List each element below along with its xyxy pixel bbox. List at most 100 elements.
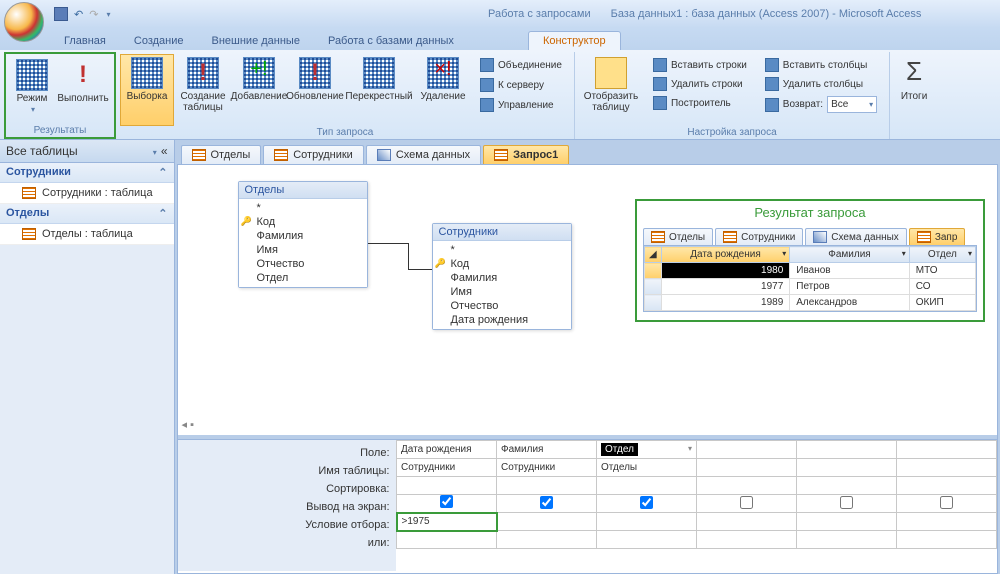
delete-button[interactable]: ×! Удаление bbox=[416, 54, 470, 126]
cell[interactable]: Иванов bbox=[790, 263, 909, 279]
qbe-table-cell[interactable]: Сотрудники bbox=[397, 459, 497, 477]
ribbon-tab-home[interactable]: Главная bbox=[50, 32, 120, 50]
show-checkbox[interactable] bbox=[740, 496, 753, 509]
cell[interactable]: 1977 bbox=[661, 279, 790, 295]
cell[interactable]: Петров bbox=[790, 279, 909, 295]
data-row[interactable]: 1977ПетровСО bbox=[645, 279, 976, 295]
update-button[interactable]: Обновление bbox=[288, 54, 342, 126]
diagram-pane[interactable]: Отделы * Код Фамилия Имя Отчество Отдел … bbox=[178, 165, 998, 439]
qbe-or-cell[interactable] bbox=[697, 531, 797, 549]
qbe-grid[interactable]: Дата рождения Фамилия Отдел Сотрудники С… bbox=[396, 440, 998, 571]
qbe-field-cell[interactable] bbox=[797, 441, 897, 459]
field[interactable]: Отчество bbox=[433, 299, 571, 313]
doctab-relationships[interactable]: Схема данных bbox=[366, 145, 481, 164]
row-selector[interactable] bbox=[645, 279, 662, 295]
navitem-employees-table[interactable]: Сотрудники : таблица bbox=[0, 183, 174, 204]
row-selector[interactable] bbox=[645, 295, 662, 311]
showtable-button[interactable]: Отобразить таблицу bbox=[579, 54, 643, 126]
qbe-sort-cell[interactable] bbox=[497, 477, 597, 495]
cell[interactable]: Александров bbox=[790, 295, 909, 311]
cell[interactable]: СО bbox=[909, 279, 975, 295]
column-header[interactable]: Отдел bbox=[909, 247, 975, 263]
undo-icon[interactable]: ↶ bbox=[74, 8, 83, 21]
qbe-sort-cell[interactable] bbox=[797, 477, 897, 495]
return-button[interactable]: Возврат:Все bbox=[761, 94, 881, 115]
field-star[interactable]: * bbox=[433, 243, 571, 257]
return-combo[interactable]: Все bbox=[827, 96, 877, 113]
ribbon-tab-external[interactable]: Внешние данные bbox=[198, 32, 314, 50]
qbe-table-cell[interactable] bbox=[797, 459, 897, 477]
result-tab-departments[interactable]: Отделы bbox=[643, 228, 713, 245]
select-query-button[interactable]: Выборка bbox=[120, 54, 174, 126]
show-checkbox[interactable] bbox=[440, 495, 453, 508]
qbe-table-cell[interactable] bbox=[697, 459, 797, 477]
cell[interactable]: 1980 bbox=[661, 263, 790, 279]
qbe-sort-cell[interactable] bbox=[697, 477, 797, 495]
navgroup-departments[interactable]: Отделы⌃ bbox=[0, 204, 174, 224]
qbe-criteria-cell[interactable] bbox=[497, 513, 597, 531]
qbe-criteria-cell[interactable] bbox=[697, 513, 797, 531]
doctab-employees[interactable]: Сотрудники bbox=[263, 145, 364, 164]
column-header[interactable]: Дата рождения bbox=[661, 247, 790, 263]
scroll-left-icon[interactable]: ◂ ▪ bbox=[182, 418, 194, 431]
column-header[interactable]: Фамилия bbox=[790, 247, 909, 263]
qbe-field-cell[interactable] bbox=[897, 441, 997, 459]
datadef-button[interactable]: Управление bbox=[476, 96, 566, 114]
field-key[interactable]: Код bbox=[239, 215, 367, 229]
qbe-show-cell[interactable] bbox=[797, 495, 897, 513]
tablebox-departments[interactable]: Отделы * Код Фамилия Имя Отчество Отдел bbox=[238, 181, 368, 288]
qbe-criteria-cell[interactable] bbox=[597, 513, 697, 531]
tablebox-employees[interactable]: Сотрудники * Код Фамилия Имя Отчество Да… bbox=[432, 223, 572, 330]
office-button[interactable] bbox=[4, 2, 44, 42]
data-row[interactable]: 1980ИвановМТО bbox=[645, 263, 976, 279]
result-tab-relationships[interactable]: Схема данных bbox=[805, 228, 907, 245]
insert-rows-button[interactable]: Вставить строки bbox=[649, 56, 751, 74]
view-button[interactable]: Режим bbox=[10, 56, 54, 124]
cell[interactable]: 1989 bbox=[661, 295, 790, 311]
union-button[interactable]: Объединение bbox=[476, 56, 566, 74]
qbe-sort-cell[interactable] bbox=[897, 477, 997, 495]
delete-rows-button[interactable]: Удалить строки bbox=[649, 75, 751, 93]
show-checkbox[interactable] bbox=[640, 496, 653, 509]
doctab-departments[interactable]: Отделы bbox=[181, 145, 262, 164]
qat-menu-icon[interactable] bbox=[104, 8, 110, 20]
qbe-show-cell[interactable] bbox=[897, 495, 997, 513]
show-checkbox[interactable] bbox=[840, 496, 853, 509]
data-row[interactable]: 1989АлександровОКИП bbox=[645, 295, 976, 311]
qbe-table-cell[interactable]: Отделы bbox=[597, 459, 697, 477]
navitem-departments-table[interactable]: Отделы : таблица bbox=[0, 224, 174, 245]
qbe-table-cell[interactable] bbox=[897, 459, 997, 477]
field[interactable]: Дата рождения bbox=[433, 313, 571, 327]
ribbon-tab-design[interactable]: Конструктор bbox=[528, 31, 621, 50]
field[interactable]: Фамилия bbox=[433, 271, 571, 285]
field[interactable]: Фамилия bbox=[239, 229, 367, 243]
delete-cols-button[interactable]: Удалить столбцы bbox=[761, 75, 881, 93]
maketable-button[interactable]: Создание таблицы bbox=[176, 54, 230, 126]
collapse-icon[interactable]: « bbox=[161, 144, 168, 158]
navpane-header[interactable]: Все таблицы « bbox=[0, 140, 174, 163]
field-star[interactable]: * bbox=[239, 201, 367, 215]
crosstab-button[interactable]: Перекрестный bbox=[344, 54, 414, 126]
result-tab-query[interactable]: Запр bbox=[909, 228, 966, 245]
ribbon-tab-dbtools[interactable]: Работа с базами данных bbox=[314, 32, 468, 50]
qbe-show-cell[interactable] bbox=[597, 495, 697, 513]
qbe-field-cell[interactable] bbox=[697, 441, 797, 459]
append-button[interactable]: +! Добавление bbox=[232, 54, 286, 126]
field[interactable]: Имя bbox=[239, 243, 367, 257]
qbe-show-cell[interactable] bbox=[397, 495, 497, 513]
qbe-field-cell[interactable]: Дата рождения bbox=[397, 441, 497, 459]
qbe-criteria-cell[interactable] bbox=[897, 513, 997, 531]
show-checkbox[interactable] bbox=[540, 496, 553, 509]
qbe-or-cell[interactable] bbox=[597, 531, 697, 549]
totals-button[interactable]: Σ Итоги bbox=[894, 54, 934, 137]
qbe-field-cell[interactable]: Отдел bbox=[597, 441, 697, 459]
doctab-query1[interactable]: Запрос1 bbox=[483, 145, 569, 164]
qbe-criteria-cell[interactable] bbox=[797, 513, 897, 531]
qbe-or-cell[interactable] bbox=[897, 531, 997, 549]
relationship-line[interactable] bbox=[368, 243, 408, 244]
qbe-field-cell[interactable]: Фамилия bbox=[497, 441, 597, 459]
insert-cols-button[interactable]: Вставить столбцы bbox=[761, 56, 881, 74]
qbe-table-cell[interactable]: Сотрудники bbox=[497, 459, 597, 477]
field-key[interactable]: Код bbox=[433, 257, 571, 271]
qbe-show-cell[interactable] bbox=[697, 495, 797, 513]
